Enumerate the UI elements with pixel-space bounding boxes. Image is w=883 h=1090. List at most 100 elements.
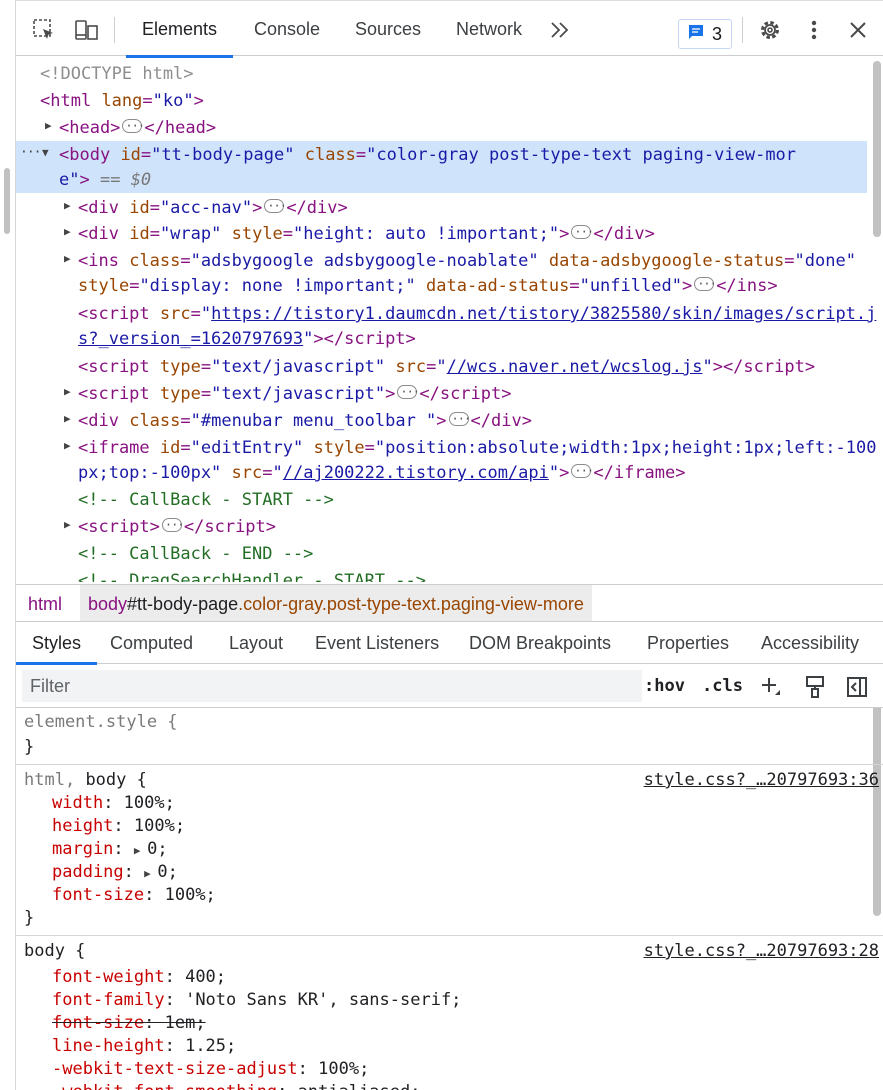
expand-triangle-icon[interactable]: ▶ — [64, 252, 71, 265]
expand-triangle-icon[interactable]: ▶ — [45, 119, 52, 132]
dom-ins-node-cont[interactable]: style="display: none !important;" data-a… — [78, 271, 778, 299]
ellipsis-icon[interactable] — [694, 271, 716, 297]
styles-subtabs: Styles Computed Layout Event Listeners D… — [16, 622, 883, 665]
rule-selector[interactable]: element.style { — [24, 711, 178, 734]
close-icon[interactable] — [844, 17, 872, 43]
dom-script-node-4[interactable]: <script></script> — [78, 512, 276, 540]
expand-triangle-icon[interactable]: ▶ — [134, 844, 147, 857]
ellipsis-icon[interactable] — [122, 113, 144, 139]
dom-doctype[interactable]: <!DOCTYPE html> — [40, 61, 194, 87]
chevron-double-right-icon[interactable] — [546, 17, 574, 43]
ellipsis-icon[interactable] — [571, 219, 593, 245]
device-toggle-icon[interactable] — [72, 17, 100, 43]
rule-close-brace: } — [24, 737, 35, 757]
expand-triangle-icon[interactable]: ▶ — [64, 439, 71, 452]
ellipsis-icon[interactable] — [448, 406, 470, 432]
plus-icon[interactable] — [758, 674, 784, 700]
expand-triangle-icon[interactable]: ▶ — [64, 199, 71, 212]
dom-script-node-1-cont[interactable]: s?_version_=1620797693"></script> — [78, 326, 416, 352]
dom-script-node-2[interactable]: <script type="text/javascript" src="//wc… — [78, 354, 815, 380]
css-declaration-overridden[interactable]: font-size: 1em; — [52, 1012, 206, 1035]
rule-html-body: html, body { style.css?_…20797693:36 wid… — [16, 765, 883, 936]
issues-button[interactable]: 3 — [678, 19, 732, 49]
outer-scrollbar[interactable] — [4, 168, 10, 234]
dom-comment-drag[interactable]: <!-- DragSearchHandler - START --> — [78, 568, 426, 582]
expand-triangle-icon[interactable]: ▶ — [64, 385, 71, 398]
expand-triangle-icon[interactable]: ▶ — [144, 867, 157, 880]
breadcrumb: html body#tt-body-page.color-gray.post-t… — [16, 584, 883, 622]
dom-body-node-cont[interactable]: e"> == $0 — [59, 167, 151, 193]
rule-selector[interactable]: html, body { — [24, 769, 147, 792]
tab-styles[interactable]: Styles — [16, 622, 98, 665]
tab-properties[interactable]: Properties — [631, 622, 745, 664]
tab-dom-breakpoints[interactable]: DOM Breakpoints — [453, 622, 627, 664]
rule-body: body { style.css?_…20797693:28 font-weig… — [16, 936, 883, 1090]
breadcrumb-body[interactable]: body#tt-body-page.color-gray.post-type-t… — [80, 585, 592, 621]
left-edge-strip — [0, 0, 16, 1090]
rule-selector[interactable]: body { — [24, 940, 85, 963]
tab-sources[interactable]: Sources — [339, 1, 437, 57]
css-declaration[interactable]: height: 100%; — [52, 815, 185, 838]
filter-bar: :hov .cls — [16, 664, 883, 708]
dom-menubar-node[interactable]: <div class="#menubar menu_toolbar "></di… — [78, 406, 532, 434]
dom-html-node[interactable]: <html lang="ko"> — [40, 88, 204, 114]
css-declaration[interactable]: font-weight: 400; — [52, 966, 226, 989]
hov-toggle[interactable]: :hov — [644, 664, 685, 708]
tab-elements[interactable]: Elements — [126, 1, 234, 58]
dom-acc-nav-node[interactable]: <div id="acc-nav"></div> — [78, 193, 348, 221]
inspect-element-icon[interactable] — [30, 17, 58, 43]
kebab-menu-icon[interactable] — [800, 17, 828, 43]
css-declaration[interactable]: width: 100%; — [52, 792, 175, 815]
ellipsis-icon[interactable] — [571, 458, 593, 484]
more-options-icon[interactable]: ··· — [20, 145, 42, 160]
ellipsis-icon[interactable] — [161, 512, 184, 538]
filter-input[interactable] — [22, 670, 642, 702]
expand-triangle-icon[interactable]: ▶ — [64, 518, 71, 531]
css-declaration[interactable]: padding: ▶ 0; — [52, 861, 178, 884]
cls-toggle[interactable]: .cls — [702, 664, 743, 708]
ellipsis-icon[interactable] — [397, 379, 419, 405]
issues-count: 3 — [711, 23, 722, 44]
breadcrumb-html[interactable]: html — [28, 585, 62, 621]
dom-script-node-3[interactable]: <script type="text/javascript"></script> — [78, 379, 511, 407]
tab-computed[interactable]: Computed — [94, 622, 209, 664]
ellipsis-icon[interactable] — [264, 193, 286, 219]
dom-ins-node[interactable]: <ins class="adsbygoogle adsbygoogle-noab… — [78, 248, 856, 274]
dom-tree: <!DOCTYPE html> <html lang="ko"> ▶ <head… — [16, 57, 883, 582]
rule-source-link[interactable]: style.css?_…20797693:28 — [644, 940, 879, 963]
paint-format-icon[interactable] — [802, 674, 828, 700]
gear-icon[interactable] — [756, 17, 784, 43]
tab-layout[interactable]: Layout — [213, 622, 299, 664]
rule-source-link[interactable]: style.css?_…20797693:36 — [644, 769, 879, 792]
dom-comment-callback-end[interactable]: <!-- CallBack - END --> — [78, 541, 313, 567]
toolbar-separator — [114, 17, 115, 43]
dom-tree-scrollbar[interactable] — [873, 61, 881, 237]
tab-accessibility[interactable]: Accessibility — [745, 622, 875, 664]
dom-comment-callback-start[interactable]: <!-- CallBack - START --> — [78, 487, 334, 513]
css-declaration[interactable]: -webkit-text-size-adjust: 100%; — [52, 1058, 369, 1081]
script-src-link[interactable]: https://tistory1.daumcdn.net/tistory/382… — [211, 304, 876, 324]
iframe-src-link[interactable]: //aj200222.tistory.com/api — [283, 463, 549, 483]
css-declaration[interactable]: font-size: 100%; — [52, 884, 216, 907]
dom-wrap-node[interactable]: <div id="wrap" style="height: auto !impo… — [78, 219, 655, 247]
css-declaration[interactable]: -webkit-font-smoothing: antialiased; — [52, 1081, 420, 1090]
dom-script-node-1[interactable]: <script src="https://tistory1.daumcdn.ne… — [78, 301, 876, 327]
dom-body-node[interactable]: <body id="tt-body-page" class="color-gra… — [59, 142, 796, 168]
devtools-toolbar: Elements Console Sources Network 3 — [0, 0, 883, 58]
dom-iframe-node[interactable]: <iframe id="editEntry" style="position:a… — [78, 435, 876, 461]
dom-head-node[interactable]: <head></head> — [59, 113, 216, 141]
sidebar-toggle-icon[interactable] — [844, 674, 870, 700]
tab-event-listeners[interactable]: Event Listeners — [299, 622, 455, 664]
css-declaration[interactable]: margin: ▶ 0; — [52, 838, 168, 861]
script-src-link[interactable]: s?_version_=1620797693 — [78, 329, 303, 349]
css-declaration[interactable]: line-height: 1.25; — [52, 1035, 236, 1058]
tab-network[interactable]: Network — [440, 1, 538, 57]
rule-close-brace: } — [24, 908, 35, 928]
dom-iframe-node-cont[interactable]: px;top:-100px" src="//aj200222.tistory.c… — [78, 458, 686, 486]
collapse-triangle-icon[interactable]: ▼ — [42, 146, 49, 159]
script-src-link[interactable]: //wcs.naver.net/wcslog.js — [447, 357, 703, 377]
tab-console[interactable]: Console — [238, 1, 336, 57]
expand-triangle-icon[interactable]: ▶ — [64, 412, 71, 425]
css-declaration[interactable]: font-family: 'Noto Sans KR', sans-serif; — [52, 989, 461, 1012]
expand-triangle-icon[interactable]: ▶ — [64, 225, 71, 238]
